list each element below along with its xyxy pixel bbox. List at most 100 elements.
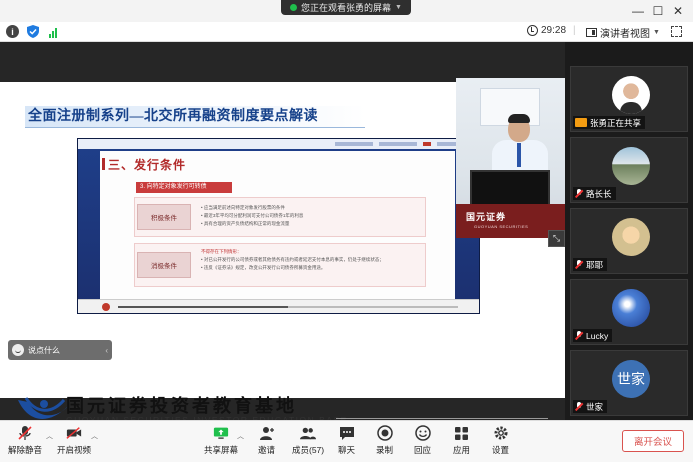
chat-placeholder: 说点什么 <box>28 345 60 355</box>
participant-label: Lucky <box>573 329 613 342</box>
apps-button[interactable]: 应用 <box>453 425 470 459</box>
participant-tile[interactable]: 世家 世家 <box>570 350 688 416</box>
participant-tile[interactable]: 路长长 <box>570 137 688 203</box>
monitor <box>470 170 550 206</box>
presenter-video[interactable]: 国元证券 GUOYUAN SECURITIES <box>456 78 565 238</box>
chevron-up-icon[interactable]: ︿ <box>46 431 53 441</box>
sharing-indicator-icon <box>290 4 298 11</box>
maximize-icon[interactable]: ☐ <box>648 2 668 20</box>
participant-gallery: 张勇正在共享 路长长 耶耶 Lucky 世家 世家 <box>565 42 693 420</box>
participant-tile[interactable]: Lucky <box>570 279 688 345</box>
record-button[interactable]: 录制 <box>376 425 393 459</box>
negative-conditions-label: 消极条件 <box>137 252 191 278</box>
embedded-slide-header <box>78 139 479 149</box>
info-icon[interactable]: i <box>6 25 19 38</box>
share-screen-icon <box>213 425 229 441</box>
chevron-left-icon[interactable]: ‹ <box>105 346 108 355</box>
quick-chat-input[interactable]: 说点什么 ‹ <box>8 340 112 360</box>
record-label: 录制 <box>376 445 394 455</box>
mic-off-icon <box>17 425 33 441</box>
list-item: • 最近3年平均可分配利润可支付公司债券1年的利息 <box>201 213 304 218</box>
playback-knob <box>102 303 110 311</box>
embedded-slide-screenshot: 三、发行条件 3. 向特定对象发行可转债 积极条件 • 应当满足前述向特定对象发… <box>77 138 480 314</box>
embedded-slide-body: 三、发行条件 3. 向特定对象发行可转债 积极条件 • 应当满足前述向特定对象发… <box>100 151 455 299</box>
sharing-banner[interactable]: 您正在观看张勇的屏幕 ▼ <box>281 0 411 15</box>
negative-conditions-list: 不得存在下列情形： • 对已公开发行的公司债券或者其他债务有违约或者延迟支付本息… <box>201 248 384 272</box>
shield-icon[interactable] <box>26 25 39 38</box>
playback-track <box>118 306 458 308</box>
sharing-banner-text: 您正在观看张勇的屏幕 <box>301 3 392 13</box>
share-screen-button[interactable]: 共享屏幕 <box>204 425 238 459</box>
negative-conditions-box: 消极条件 不得存在下列情形： • 对已公开发行的公司债券或者其他债务有违约或者延… <box>134 243 426 287</box>
avatar <box>612 147 650 185</box>
chevron-down-icon: ▼ <box>653 28 660 36</box>
presenter-tie <box>517 143 521 167</box>
chat-icon <box>339 425 355 441</box>
avatar: 世家 <box>612 360 650 398</box>
list-item: • 应当满足前述向特定对象发行股票的条件 <box>201 205 285 210</box>
participant-tile[interactable]: 耶耶 <box>570 208 688 274</box>
podium-brand: 国元证券 <box>466 212 507 222</box>
reaction-icon <box>414 425 431 441</box>
emoji-icon[interactable] <box>12 344 24 356</box>
members-label: 成员(57) <box>292 445 325 455</box>
participant-label: 世家 <box>573 400 608 413</box>
start-video-label: 开启视频 <box>57 445 92 455</box>
clock-icon <box>527 25 538 36</box>
start-video-button[interactable]: 开启视频 <box>57 425 91 459</box>
members-button[interactable]: 成员(57) <box>292 425 324 459</box>
mic-muted-icon <box>575 260 583 269</box>
reactions-button[interactable]: 回应 <box>414 425 431 459</box>
participant-name: Lucky <box>586 330 609 341</box>
chevron-up-icon[interactable]: ︿ <box>91 431 98 441</box>
unmute-label: 解除静音 <box>8 445 43 455</box>
mic-muted-icon <box>575 402 583 411</box>
participant-label: 张勇正在共享 <box>573 116 646 129</box>
divider <box>336 418 548 419</box>
meeting-status-bar: i 29:28 | 演讲者视图 ▼ <box>0 22 693 42</box>
network-signal-icon[interactable] <box>46 25 59 38</box>
avatar <box>612 289 650 327</box>
meeting-timer: 29:28 | <box>527 25 576 36</box>
chevron-up-icon[interactable]: ︿ <box>237 431 244 441</box>
participant-name: 张勇正在共享 <box>590 117 642 128</box>
embedded-subtitle: 3. 向特定对象发行可转债 <box>136 182 232 193</box>
participant-name: 世家 <box>586 401 604 412</box>
chat-button[interactable]: 聊天 <box>338 425 355 459</box>
screen-share-icon <box>575 118 587 127</box>
speaker-view-icon <box>586 27 597 37</box>
video-off-icon <box>66 425 82 441</box>
view-mode-button[interactable]: 演讲者视图 ▼ <box>586 24 660 40</box>
members-icon <box>300 425 317 441</box>
record-icon <box>376 425 393 441</box>
reactions-label: 回应 <box>414 445 432 455</box>
add-person-icon <box>259 425 275 441</box>
unmute-button[interactable]: 解除静音 <box>8 425 42 459</box>
participant-label: 耶耶 <box>573 258 608 271</box>
view-mode-label: 演讲者视图 <box>600 28 650 40</box>
avatar <box>612 218 650 256</box>
participant-tile[interactable]: 张勇正在共享 <box>570 66 688 132</box>
chevron-down-icon: ▼ <box>395 4 402 11</box>
positive-conditions-label: 积极条件 <box>137 204 191 230</box>
minimize-icon[interactable]: — <box>628 2 648 20</box>
close-icon[interactable]: ✕ <box>668 2 688 20</box>
list-item: • 对已公开发行的公司债券或者其他债务有违约或者延迟支付本息的事实，仍处于继续状… <box>201 257 384 262</box>
invite-button[interactable]: 邀请 <box>258 425 275 459</box>
list-item: • 违反《证券法》规定，改变公开发行公司债券所募资金用途。 <box>201 265 326 270</box>
mic-muted-icon <box>575 189 583 198</box>
embedded-player-bar <box>78 299 479 313</box>
list-item: 不得存在下列情形： <box>201 249 242 254</box>
apps-grid-icon <box>454 425 470 441</box>
positive-conditions-list: • 应当满足前述向特定对象发行股票的条件 • 最近3年平均可分配利润可支付公司债… <box>201 204 303 228</box>
leave-meeting-button[interactable]: 离开会议 <box>622 430 684 452</box>
apps-label: 应用 <box>453 445 471 455</box>
collapse-video-icon[interactable]: ⤡ <box>548 230 565 247</box>
chat-label: 聊天 <box>338 445 356 455</box>
settings-button[interactable]: 设置 <box>492 425 509 459</box>
fullscreen-icon[interactable] <box>671 26 682 37</box>
gear-icon <box>493 425 509 441</box>
meeting-toolbar: 解除静音 ︿ 开启视频 ︿ 共享屏幕 ︿ 邀请 成员(57) 聊天 录制 回应 … <box>0 420 693 462</box>
participant-name: 耶耶 <box>586 259 604 270</box>
positive-conditions-box: 积极条件 • 应当满足前述向特定对象发行股票的条件 • 最近3年平均可分配利润可… <box>134 197 426 237</box>
